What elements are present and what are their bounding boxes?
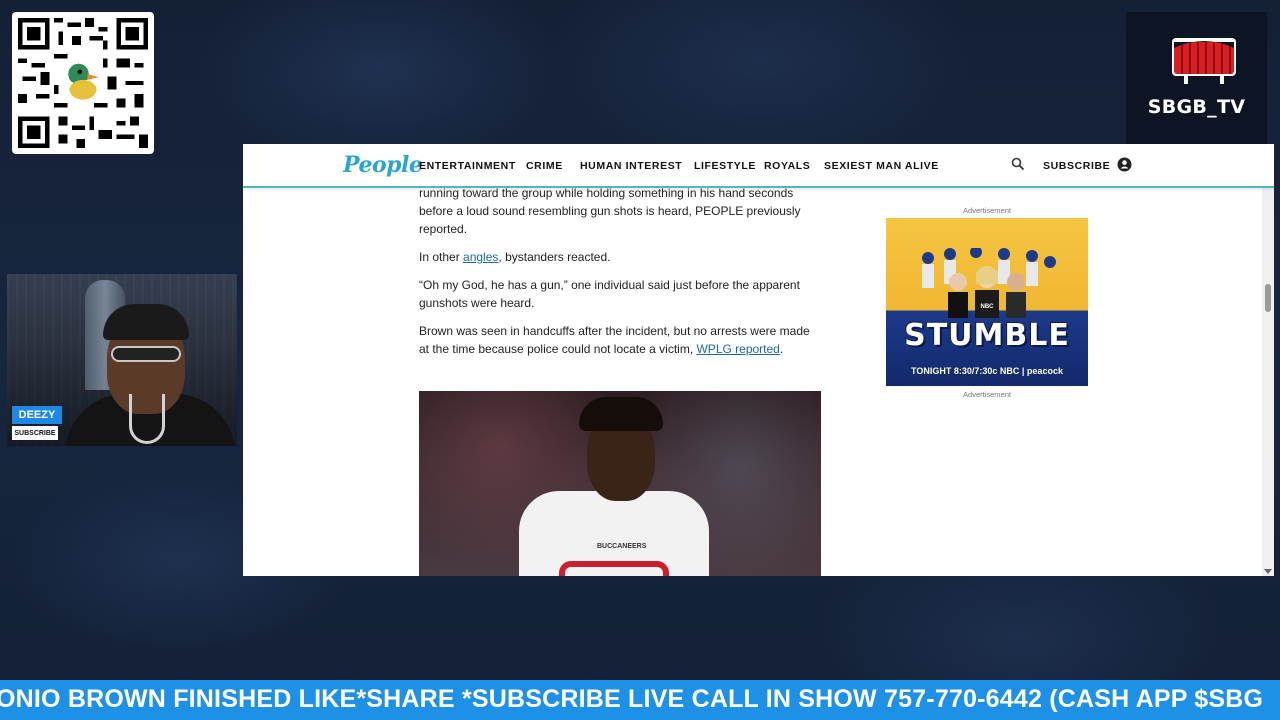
scroll-down-arrow-icon[interactable] <box>1264 569 1272 574</box>
channel-name: SBGB_TV <box>1147 96 1246 118</box>
site-logo[interactable]: People <box>343 152 423 178</box>
scroll-thumb[interactable] <box>1265 284 1271 312</box>
jersey-number <box>559 561 669 576</box>
ad-tagline: TONIGHT 8:30/7:30c NBC | peacock <box>911 366 1063 376</box>
player-hair <box>579 397 663 431</box>
nav-lifestyle[interactable]: LIFESTYLE <box>694 160 756 172</box>
subscribe-link[interactable]: SUBSCRIBE <box>1043 160 1110 172</box>
article-paragraph: In other angles, bystanders reacted. <box>419 248 819 266</box>
nav-royals[interactable]: ROYALS <box>764 160 810 172</box>
host-sunglasses <box>111 346 181 362</box>
nav-sexiest-man-alive[interactable]: SEXIEST MAN ALIVE <box>824 160 939 172</box>
host-name-badge: DEEZY <box>12 406 62 424</box>
ad-label-top: Advertisement <box>963 206 1011 215</box>
qr-code-graphic <box>18 18 148 148</box>
nav-entertainment[interactable]: ENTERTAINMENT <box>419 160 516 172</box>
article-paragraph: Brown was seen in handcuffs after the in… <box>419 322 819 358</box>
site-header: People ENTERTAINMENT CRIME HUMAN INTERES… <box>243 144 1274 188</box>
text: . <box>779 342 784 356</box>
text: In other <box>419 250 464 264</box>
tv-icon <box>1172 38 1236 84</box>
nav-crime[interactable]: CRIME <box>526 160 563 172</box>
wplg-link[interactable]: WPLG reported <box>696 342 779 356</box>
scrollbar[interactable] <box>1262 144 1274 576</box>
nav-human-interest[interactable]: HUMAN INTEREST <box>580 160 682 172</box>
subscribe-badge[interactable]: SUBSCRIBE <box>12 426 58 440</box>
advertisement[interactable]: NBC STUMBLE TONIGHT 8:30/7:30c NBC | pea… <box>886 218 1088 386</box>
text: , bystanders reacted. <box>498 250 611 264</box>
angles-link[interactable]: angles <box>463 250 498 264</box>
account-icon[interactable] <box>1117 157 1132 172</box>
search-icon[interactable] <box>1011 157 1025 171</box>
article-photo: BUCCANEERS <box>419 391 821 576</box>
news-ticker: ONIO BROWN FINISHED LIKE*SHARE *SUBSCRIB… <box>0 680 1280 720</box>
jersey-team-text: BUCCANEERS <box>597 543 647 550</box>
host-cap <box>103 304 189 340</box>
article-paragraph: “Oh my God, he has a gun,” one individua… <box>419 278 800 310</box>
ad-title: STUMBLE <box>904 318 1070 353</box>
ad-network: NBC <box>980 304 994 310</box>
browser-viewport: People ENTERTAINMENT CRIME HUMAN INTERES… <box>243 144 1274 576</box>
channel-logo: SBGB_TV <box>1126 12 1267 153</box>
article-paragraph: running toward the group while holding s… <box>419 186 801 236</box>
ad-label-bottom: Advertisement <box>963 390 1011 399</box>
article-body: running toward the group while holding s… <box>419 184 819 368</box>
host-chain <box>129 394 165 444</box>
ticker-text: ONIO BROWN FINISHED LIKE*SHARE *SUBSCRIB… <box>0 685 1264 713</box>
qr-code <box>12 12 154 154</box>
